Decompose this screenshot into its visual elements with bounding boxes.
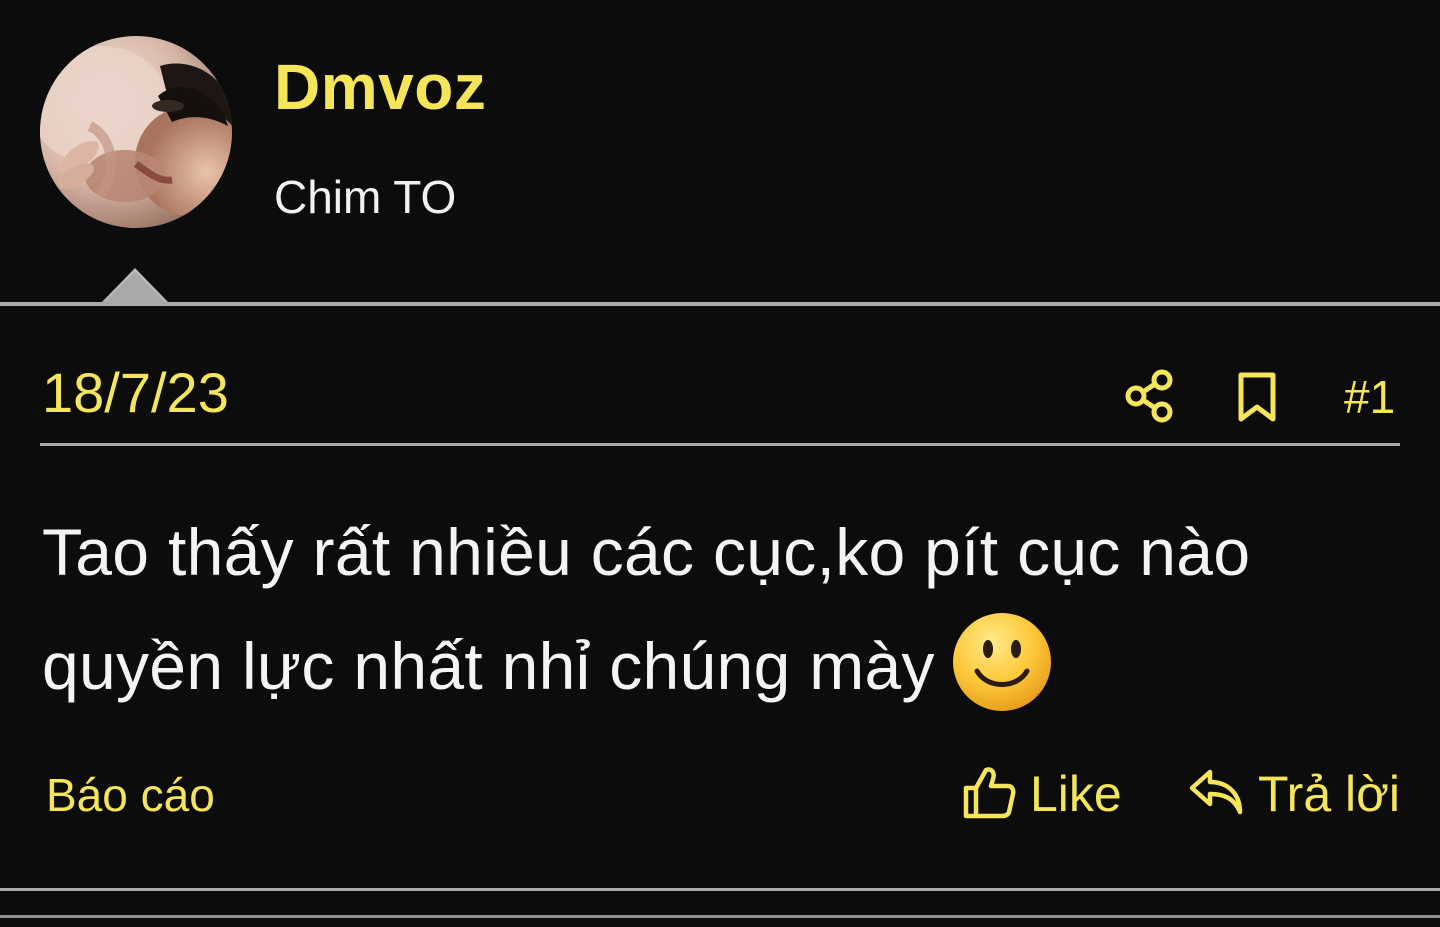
like-label: Like xyxy=(1030,766,1122,822)
user-title: Chim TO xyxy=(274,171,457,223)
reply-label: Trả lời xyxy=(1258,766,1401,822)
user-avatar[interactable] xyxy=(40,36,232,228)
avatar-image xyxy=(40,36,232,228)
username[interactable]: Dmvoz xyxy=(274,50,486,124)
avatar-caret-fill xyxy=(103,272,167,304)
post-footer-divider xyxy=(0,888,1440,891)
bookmark-icon[interactable] xyxy=(1234,370,1280,424)
reply-arrow-icon xyxy=(1188,766,1244,823)
post-number-link[interactable]: #1 xyxy=(1344,370,1395,424)
smile-icon xyxy=(951,611,1053,713)
post-meta-divider xyxy=(40,443,1400,446)
post-user-header: Dmvoz Chim TO xyxy=(0,0,1440,305)
next-post-divider xyxy=(0,915,1440,918)
thumbs-up-icon xyxy=(962,764,1016,825)
header-divider xyxy=(0,302,1440,306)
post-message-text: Tao thấy rất nhiều các cục,ko pít cục nà… xyxy=(42,515,1251,703)
share-icon[interactable] xyxy=(1124,368,1176,424)
report-link[interactable]: Báo cáo xyxy=(46,768,215,822)
post-message: Tao thấy rất nhiều các cục,ko pít cục nà… xyxy=(42,495,1402,723)
like-button[interactable]: Like xyxy=(962,764,1122,824)
reply-button[interactable]: Trả lời xyxy=(1188,764,1400,824)
post-date[interactable]: 18/7/23 xyxy=(42,360,229,425)
